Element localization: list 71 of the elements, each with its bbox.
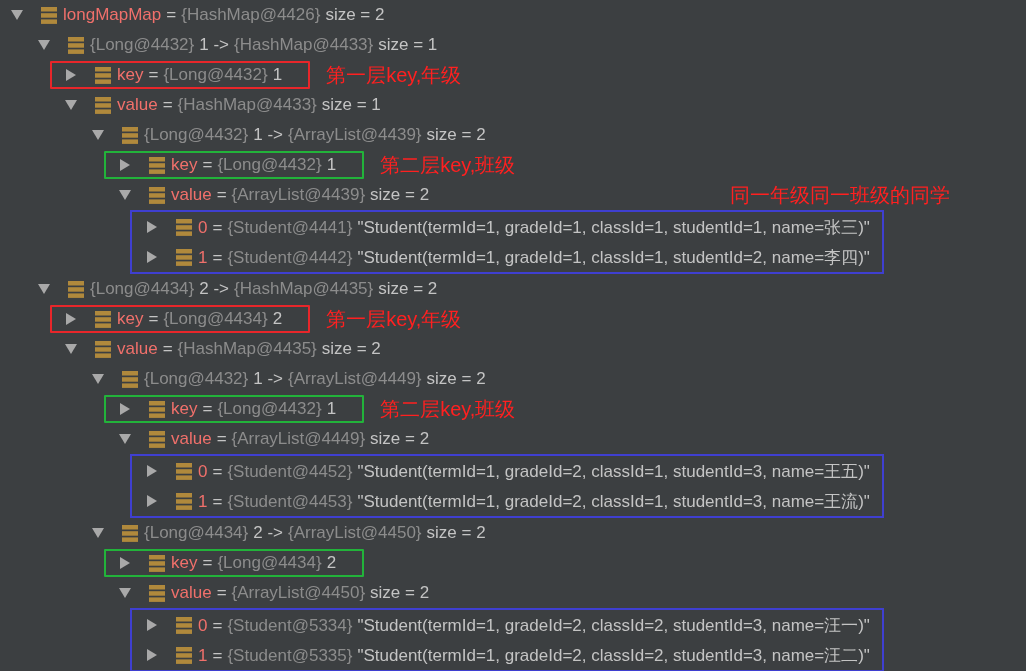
expand-arrow-icon[interactable] <box>146 251 158 263</box>
annotation-text: 同一年级同一班级的同学 <box>730 182 950 208</box>
field-icon <box>149 430 165 448</box>
expand-arrow-icon[interactable] <box>65 313 77 325</box>
expand-arrow-icon[interactable] <box>65 343 77 355</box>
expand-arrow-icon[interactable] <box>65 69 77 81</box>
expand-arrow-icon[interactable] <box>146 221 158 233</box>
variable-text: 1 = {Student@4442} "Student(termId=1, gradeId=1, classId=1, studentId=2, name=李四)" <box>198 246 870 269</box>
expand-arrow-icon[interactable] <box>92 373 104 385</box>
variable-text: key = {Long@4432} 1 <box>171 155 337 175</box>
field-icon <box>95 310 111 328</box>
expand-arrow-icon[interactable] <box>65 99 77 111</box>
variable-text: key = {Long@4434} 2 <box>117 309 283 329</box>
field-icon <box>95 340 111 358</box>
field-icon <box>176 616 192 634</box>
annotation-text: 第一层key,年级 <box>326 62 462 88</box>
variable-text: {Long@4434} 2 -> {ArrayList@4450} size = 2 <box>144 523 486 543</box>
expand-arrow-icon[interactable] <box>119 587 131 599</box>
field-icon <box>176 492 192 510</box>
annotation-text: 第二层key,班级 <box>380 396 516 422</box>
variable-text: longMapMap = {HashMap@4426} size = 2 <box>63 5 385 25</box>
variable-text: value = {HashMap@4435} size = 2 <box>117 339 381 359</box>
expand-arrow-icon[interactable] <box>119 189 131 201</box>
field-icon <box>149 400 165 418</box>
variable-text: 0 = {Student@4452} "Student(termId=1, gradeId=2, classId=1, studentId=3, name=王五)" <box>198 460 870 483</box>
field-icon <box>149 554 165 572</box>
field-icon <box>149 156 165 174</box>
expand-arrow-icon[interactable] <box>92 129 104 141</box>
variable-text: key = {Long@4432} 1 <box>171 399 337 419</box>
expand-arrow-icon[interactable] <box>119 557 131 569</box>
field-icon <box>95 66 111 84</box>
field-icon <box>176 218 192 236</box>
variable-text: 1 = {Student@5335} "Student(termId=1, gradeId=2, classId=2, studentId=3, name=汪二)" <box>198 644 870 667</box>
expand-arrow-icon[interactable] <box>11 9 23 21</box>
variable-text: 0 = {Student@5334} "Student(termId=1, gradeId=2, classId=2, studentId=3, name=汪一)" <box>198 614 870 637</box>
variable-text: value = {ArrayList@4449} size = 2 <box>171 429 430 449</box>
variable-text: 0 = {Student@4441} "Student(termId=1, gradeId=1, classId=1, studentId=1, name=张三)" <box>198 216 870 239</box>
expand-arrow-icon[interactable] <box>38 39 50 51</box>
expand-arrow-icon[interactable] <box>146 495 158 507</box>
expand-arrow-icon[interactable] <box>38 283 50 295</box>
field-icon <box>95 96 111 114</box>
expand-arrow-icon[interactable] <box>146 649 158 661</box>
field-icon <box>122 126 138 144</box>
expand-arrow-icon[interactable] <box>92 527 104 539</box>
field-icon <box>176 248 192 266</box>
annotation-text: 第二层key,班级 <box>380 152 516 178</box>
field-icon <box>149 584 165 602</box>
expand-arrow-icon[interactable] <box>119 433 131 445</box>
variable-text: value = {ArrayList@4439} size = 2 <box>171 185 430 205</box>
variable-text: {Long@4432} 1 -> {ArrayList@4439} size = 2 <box>144 125 486 145</box>
variable-text: value = {HashMap@4433} size = 1 <box>117 95 381 115</box>
expand-arrow-icon[interactable] <box>119 159 131 171</box>
annotation-text: 第一层key,年级 <box>326 306 462 332</box>
field-icon <box>122 524 138 542</box>
field-icon <box>122 370 138 388</box>
field-icon <box>68 36 84 54</box>
expand-arrow-icon[interactable] <box>146 619 158 631</box>
expand-arrow-icon[interactable] <box>119 403 131 415</box>
variable-text: 1 = {Student@4453} "Student(termId=1, gradeId=2, classId=1, studentId=3, name=王流)" <box>198 490 870 513</box>
field-icon <box>68 280 84 298</box>
variable-text: key = {Long@4434} 2 <box>171 553 337 573</box>
variable-text: {Long@4432} 1 -> {HashMap@4433} size = 1 <box>90 35 438 55</box>
variable-text: value = {ArrayList@4450} size = 2 <box>171 583 430 603</box>
field-icon <box>176 462 192 480</box>
variable-text: {Long@4434} 2 -> {HashMap@4435} size = 2 <box>90 279 438 299</box>
field-icon <box>176 646 192 664</box>
variable-text: {Long@4432} 1 -> {ArrayList@4449} size = 2 <box>144 369 486 389</box>
expand-arrow-icon[interactable] <box>146 465 158 477</box>
variable-text: key = {Long@4432} 1 <box>117 65 283 85</box>
field-icon <box>41 6 57 24</box>
field-icon <box>149 186 165 204</box>
